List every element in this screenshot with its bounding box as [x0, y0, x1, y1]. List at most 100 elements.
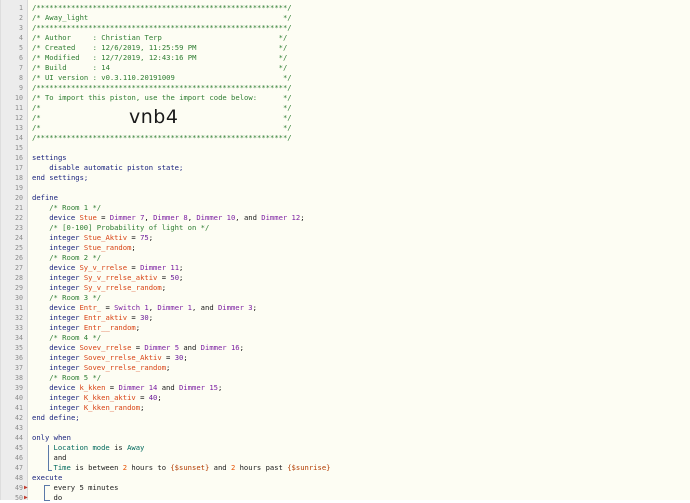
- device-ref[interactable]: Dimmer 3: [218, 303, 253, 312]
- variable-name[interactable]: k_kken: [79, 383, 105, 392]
- code-line[interactable]: 40 integer K_kken_aktiv = 40;: [1, 393, 690, 403]
- settings-keyword[interactable]: settings: [32, 153, 67, 162]
- end-settings-keyword[interactable]: end settings;: [32, 173, 88, 182]
- code-line[interactable]: 14 /*************************************…: [1, 133, 690, 143]
- code-line[interactable]: 19: [1, 183, 690, 193]
- number-value[interactable]: 75: [140, 233, 149, 242]
- code-line[interactable]: 25 integer Stue_random;: [1, 243, 690, 253]
- code-line[interactable]: 50 do: [1, 493, 690, 503]
- code-line[interactable]: 45 Location mode is Away: [1, 443, 690, 453]
- code-line[interactable]: 32 integer Entr_aktiv = 30;: [1, 313, 690, 323]
- device-ref[interactable]: Dimmer 7: [110, 213, 145, 222]
- code-line[interactable]: 18 end settings;: [1, 173, 690, 183]
- device-ref[interactable]: Dimmer 1: [157, 303, 192, 312]
- expression-value[interactable]: {$sunset}: [170, 463, 209, 472]
- code-line[interactable]: 6 /* Modified : 12/7/2019, 12:43:16 PM */: [1, 53, 690, 63]
- variable-name[interactable]: Entr_aktiv: [84, 313, 127, 322]
- code-line[interactable]: 26 /* Room 2 */: [1, 253, 690, 263]
- variable-name[interactable]: Sy_v_rrelse_aktiv: [84, 273, 158, 282]
- code-line[interactable]: 34 /* Room 4 */: [1, 333, 690, 343]
- code-line[interactable]: 47 Time is between 2 hours to {$sunset} a…: [1, 463, 690, 473]
- code-line[interactable]: 49 every 5 minutes: [1, 483, 690, 493]
- variable-name[interactable]: Stue: [79, 213, 96, 222]
- device-ref[interactable]: Dimmer 12: [261, 213, 300, 222]
- variable-name[interactable]: Sovev_rrelse: [79, 343, 131, 352]
- variable-name[interactable]: Sovev_rrelse_Aktiv: [84, 353, 162, 362]
- condition-value[interactable]: Away: [127, 443, 144, 452]
- code-line[interactable]: 41 integer K_kken_random;: [1, 403, 690, 413]
- only-when-keyword[interactable]: only when: [32, 433, 71, 442]
- code-line[interactable]: 35 device Sovev_rrelse = Dimmer 5 and Dim…: [1, 343, 690, 353]
- code-line[interactable]: 21 /* Room 1 */: [1, 203, 690, 213]
- code-line[interactable]: 27 device Sy_v_rrelse = Dimmer 11;: [1, 263, 690, 273]
- variable-name[interactable]: Stue_Aktiv: [84, 233, 127, 242]
- code-line[interactable]: 3 /**************************************…: [1, 23, 690, 33]
- code-line[interactable]: 36 integer Sovev_rrelse_Aktiv = 30;: [1, 353, 690, 363]
- number-value[interactable]: 40: [149, 393, 158, 402]
- variable-name[interactable]: Sy_v_rrelse: [79, 263, 127, 272]
- condition-attribute[interactable]: Time: [54, 463, 71, 472]
- condition-attribute[interactable]: Location mode: [54, 443, 110, 452]
- code-line[interactable]: 9 /**************************************…: [1, 83, 690, 93]
- define-keyword[interactable]: define: [32, 193, 58, 202]
- device-ref[interactable]: Dimmer 15: [179, 383, 218, 392]
- code-line[interactable]: 29 integer Sy_v_rrelse_random;: [1, 283, 690, 293]
- number-value[interactable]: 30: [140, 313, 149, 322]
- code-line[interactable]: 15: [1, 143, 690, 153]
- variable-name[interactable]: K_kken_aktiv: [84, 393, 136, 402]
- code-line[interactable]: 44 only when: [1, 433, 690, 443]
- code-line[interactable]: 37 integer Sovev_rrelse_random;: [1, 363, 690, 373]
- code-line[interactable]: 48 execute: [1, 473, 690, 483]
- settings-statement[interactable]: disable automatic piston state;: [49, 163, 183, 172]
- code-token: and: [209, 463, 231, 472]
- expression-value[interactable]: {$sunrise}: [287, 463, 330, 472]
- execute-keyword[interactable]: execute: [32, 473, 62, 482]
- device-ref[interactable]: Dimmer 11: [140, 263, 179, 272]
- code-line[interactable]: 2 /* Away_light */: [1, 13, 690, 23]
- code-line[interactable]: 23 /* [0-100] Probability of light on */: [1, 223, 690, 233]
- end-define-keyword[interactable]: end define;: [32, 413, 80, 422]
- do-keyword[interactable]: do: [54, 493, 63, 502]
- code-line[interactable]: 17 disable automatic piston state;: [1, 163, 690, 173]
- logical-and-operator[interactable]: and: [54, 453, 67, 462]
- code-line[interactable]: 4 /* Author : Christian Terp */: [1, 33, 690, 43]
- variable-name[interactable]: Sy_v_rrelse_random: [84, 283, 162, 292]
- device-ref[interactable]: Switch 1: [114, 303, 149, 312]
- code-line[interactable]: 22 device Stue = Dimmer 7, Dimmer 8, Dimm…: [1, 213, 690, 223]
- code-line[interactable]: 12/* */: [1, 113, 690, 123]
- device-ref[interactable]: Dimmer 14: [118, 383, 157, 392]
- number-value[interactable]: 50: [170, 273, 179, 282]
- device-ref[interactable]: Dimmer 16: [201, 343, 240, 352]
- code-line[interactable]: 30 /* Room 3 */: [1, 293, 690, 303]
- device-ref[interactable]: Dimmer 8: [153, 213, 188, 222]
- variable-name[interactable]: Sovev_rrelse_random: [84, 363, 166, 372]
- code-line[interactable]: 10 /* To import this piston, use the impo…: [1, 93, 690, 103]
- variable-name[interactable]: Entr_: [79, 303, 101, 312]
- code-line[interactable]: 28 integer Sy_v_rrelse_aktiv = 50;: [1, 273, 690, 283]
- code-line[interactable]: 8 /* UI version : v0.3.110.20191009 */: [1, 73, 690, 83]
- piston-code-editor[interactable]: 1 /**************************************…: [0, 0, 690, 503]
- code-line[interactable]: 20 define: [1, 193, 690, 203]
- code-line[interactable]: 38 /* Room 5 */: [1, 373, 690, 383]
- statement-marker-icon[interactable]: ▶: [24, 484, 28, 491]
- variable-name[interactable]: Entr__random: [84, 323, 136, 332]
- device-ref[interactable]: Dimmer 10: [196, 213, 235, 222]
- code-line[interactable]: 31 device Entr_ = Switch 1, Dimmer 1, and…: [1, 303, 690, 313]
- variable-name[interactable]: K_kken_random: [84, 403, 140, 412]
- code-line[interactable]: 33 integer Entr__random;: [1, 323, 690, 333]
- every-timer-statement[interactable]: every 5 minutes: [54, 483, 119, 492]
- code-line[interactable]: 11/* */: [1, 103, 690, 113]
- device-ref[interactable]: Dimmer 5: [144, 343, 179, 352]
- code-line[interactable]: 43: [1, 423, 690, 433]
- code-line[interactable]: 13/* */: [1, 123, 690, 133]
- code-line[interactable]: 24 integer Stue_Aktiv = 75;: [1, 233, 690, 243]
- code-line[interactable]: 42 end define;: [1, 413, 690, 423]
- variable-name[interactable]: Stue_random: [84, 243, 132, 252]
- code-line[interactable]: 7 /* Build : 14 */: [1, 63, 690, 73]
- code-line[interactable]: 5 /* Created : 12/6/2019, 11:25:59 PM */: [1, 43, 690, 53]
- code-line[interactable]: 16 settings: [1, 153, 690, 163]
- number-value[interactable]: 30: [175, 353, 184, 362]
- code-line[interactable]: 1 /**************************************…: [1, 3, 690, 13]
- code-line[interactable]: 39 device k_kken = Dimmer 14 and Dimmer 1…: [1, 383, 690, 393]
- code-line[interactable]: 46 and: [1, 453, 690, 463]
